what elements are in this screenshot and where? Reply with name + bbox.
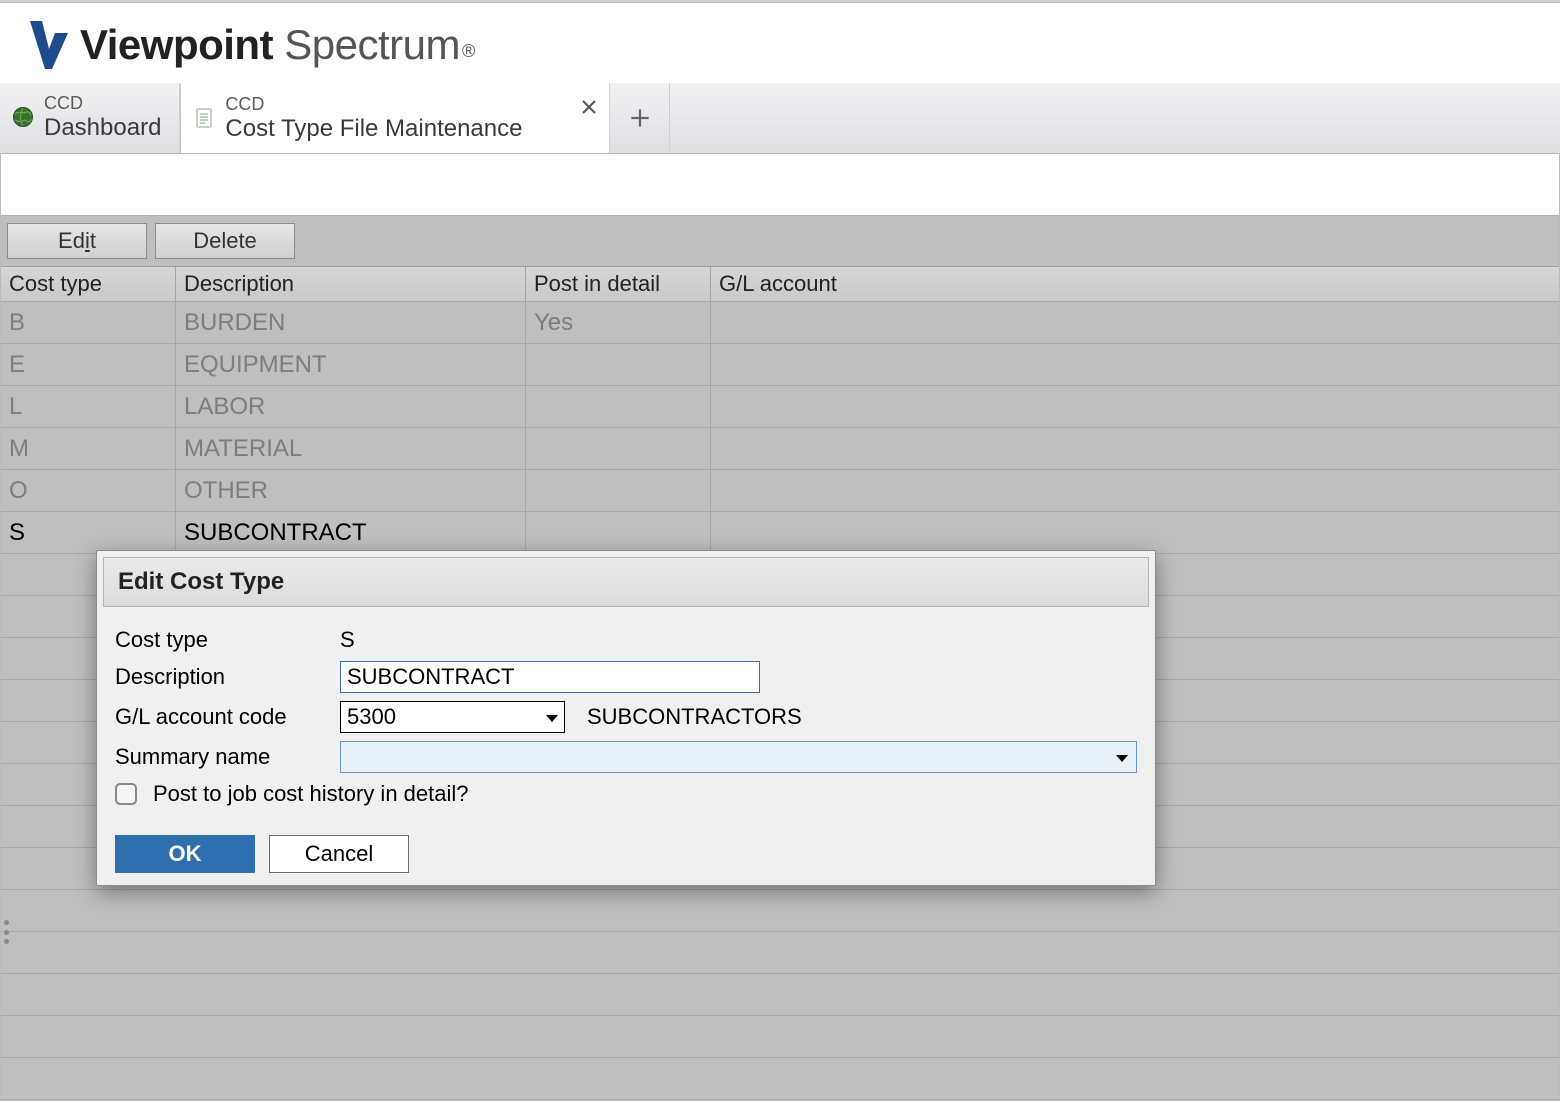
grid-toolbar: Edit Delete bbox=[1, 216, 1559, 267]
form-row-summary: Summary name bbox=[115, 741, 1137, 773]
cell-post bbox=[526, 344, 711, 385]
cell-gl bbox=[711, 470, 1559, 511]
delete-button[interactable]: Delete bbox=[155, 223, 295, 259]
cell-gl bbox=[711, 512, 1559, 553]
cell-costtype: S bbox=[1, 512, 176, 553]
tab-main-label: Dashboard bbox=[44, 114, 161, 142]
document-icon bbox=[193, 107, 215, 129]
cell-post bbox=[526, 386, 711, 427]
tab-sub-label: CCD bbox=[225, 94, 522, 115]
table-row[interactable]: B BURDEN Yes bbox=[1, 302, 1559, 344]
cell-costtype: E bbox=[1, 344, 176, 385]
plus-icon bbox=[627, 105, 653, 131]
form-row-gl-code: G/L account code SUBCONTRACTORS bbox=[115, 701, 1137, 733]
cell-description: LABOR bbox=[176, 386, 526, 427]
column-header-gl[interactable]: G/L account bbox=[711, 267, 1559, 301]
label-costtype: Cost type bbox=[115, 627, 340, 653]
cell-post bbox=[526, 512, 711, 553]
app-title: Viewpoint Spectrum® bbox=[80, 21, 473, 69]
tab-dashboard[interactable]: CCD Dashboard bbox=[0, 83, 180, 153]
cell-description: MATERIAL bbox=[176, 428, 526, 469]
dialog-body: Cost type S Description G/L account code… bbox=[97, 613, 1155, 885]
column-header-description[interactable]: Description bbox=[176, 267, 526, 301]
app-title-light: Spectrum bbox=[284, 21, 460, 68]
blank-toolbar-area bbox=[1, 154, 1559, 216]
viewpoint-logo-icon bbox=[28, 21, 68, 69]
tab-cost-type-file-maintenance[interactable]: CCD Cost Type File Maintenance bbox=[180, 83, 610, 153]
post-detail-checkbox[interactable] bbox=[115, 783, 137, 805]
edit-button[interactable]: Edit bbox=[7, 223, 147, 259]
form-row-description: Description bbox=[115, 661, 1137, 693]
cell-costtype: B bbox=[1, 302, 176, 343]
cell-description: EQUIPMENT bbox=[176, 344, 526, 385]
cell-gl bbox=[711, 302, 1559, 343]
cell-description: SUBCONTRACT bbox=[176, 512, 526, 553]
label-summary: Summary name bbox=[115, 744, 340, 770]
tab-sub-label: CCD bbox=[44, 93, 161, 114]
add-tab-button[interactable] bbox=[610, 83, 670, 153]
dialog-title: Edit Cost Type bbox=[103, 557, 1149, 607]
empty-row bbox=[1, 932, 1559, 974]
cell-post bbox=[526, 428, 711, 469]
app-logo-row: Viewpoint Spectrum® bbox=[0, 3, 1560, 83]
edit-cost-type-dialog: Edit Cost Type Cost type S Description G… bbox=[96, 550, 1156, 886]
gl-account-description: SUBCONTRACTORS bbox=[587, 704, 802, 730]
globe-icon bbox=[12, 106, 34, 128]
value-costtype: S bbox=[340, 627, 355, 653]
table-header: Cost type Description Post in detail G/L… bbox=[1, 267, 1559, 302]
tab-bar: CCD Dashboard CCD Cost Type File Mainten… bbox=[0, 83, 1560, 154]
cell-description: BURDEN bbox=[176, 302, 526, 343]
form-row-costtype: Cost type S bbox=[115, 627, 1137, 653]
app-title-bold: Viewpoint bbox=[80, 21, 273, 68]
cell-gl bbox=[711, 428, 1559, 469]
summary-name-input[interactable] bbox=[340, 741, 1137, 773]
table-row[interactable]: E EQUIPMENT bbox=[1, 344, 1559, 386]
close-icon[interactable] bbox=[579, 97, 599, 117]
label-post-detail: Post to job cost history in detail? bbox=[153, 781, 469, 807]
resize-grip-icon[interactable] bbox=[4, 920, 14, 944]
table-row[interactable]: M MATERIAL bbox=[1, 428, 1559, 470]
label-description: Description bbox=[115, 664, 340, 690]
empty-row bbox=[1, 974, 1559, 1016]
empty-row bbox=[1, 1058, 1559, 1100]
column-header-costtype[interactable]: Cost type bbox=[1, 267, 176, 301]
cell-costtype: M bbox=[1, 428, 176, 469]
cell-post bbox=[526, 470, 711, 511]
app-title-dot: ® bbox=[462, 41, 475, 61]
cell-costtype: L bbox=[1, 386, 176, 427]
dialog-footer: OK Cancel bbox=[115, 829, 1137, 873]
tab-main-label: Cost Type File Maintenance bbox=[225, 115, 522, 143]
table-row[interactable]: S SUBCONTRACT bbox=[1, 512, 1559, 554]
label-gl-code: G/L account code bbox=[115, 704, 340, 730]
ok-button[interactable]: OK bbox=[115, 835, 255, 873]
empty-row bbox=[1, 1016, 1559, 1058]
cell-gl bbox=[711, 386, 1559, 427]
table-row[interactable]: L LABOR bbox=[1, 386, 1559, 428]
cell-post: Yes bbox=[526, 302, 711, 343]
cancel-button[interactable]: Cancel bbox=[269, 835, 409, 873]
empty-row bbox=[1, 890, 1559, 932]
cell-costtype: O bbox=[1, 470, 176, 511]
cell-description: OTHER bbox=[176, 470, 526, 511]
column-header-post[interactable]: Post in detail bbox=[526, 267, 711, 301]
form-row-post-detail: Post to job cost history in detail? bbox=[115, 781, 1137, 807]
table-row[interactable]: O OTHER bbox=[1, 470, 1559, 512]
cell-gl bbox=[711, 344, 1559, 385]
description-input[interactable] bbox=[340, 661, 760, 693]
gl-account-code-input[interactable] bbox=[340, 701, 565, 733]
